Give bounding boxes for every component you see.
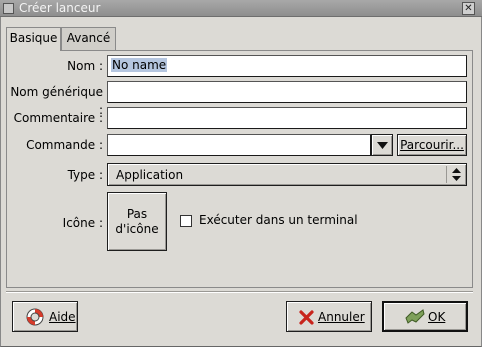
title-bar[interactable]: Créer lanceur ✕ bbox=[0, 0, 482, 17]
command-history-dropdown[interactable] bbox=[371, 134, 393, 156]
help-button[interactable]: Aide bbox=[12, 301, 78, 332]
chevron-down-icon bbox=[377, 142, 388, 149]
lifebuoy-icon bbox=[26, 308, 44, 326]
window-menu-icon[interactable] bbox=[3, 3, 14, 14]
command-label: Commande : bbox=[26, 138, 103, 152]
up-down-arrows-icon bbox=[452, 168, 461, 181]
tab-label: Basique bbox=[9, 31, 58, 45]
icon-picker-button[interactable]: Pas d'icône bbox=[107, 192, 167, 251]
terminal-label: Exécuter dans un terminal bbox=[199, 213, 358, 227]
red-x-icon bbox=[299, 310, 314, 325]
name-field[interactable]: No name bbox=[107, 55, 467, 77]
window-title: Créer lanceur bbox=[19, 1, 101, 15]
command-field[interactable] bbox=[107, 134, 371, 156]
browse-button[interactable]: Parcourir... bbox=[397, 134, 467, 156]
tab-label: Avancé bbox=[66, 31, 111, 45]
type-value: Application bbox=[116, 168, 184, 182]
comment-field[interactable] bbox=[107, 107, 467, 129]
terminal-checkbox[interactable] bbox=[180, 215, 192, 227]
tab-avance[interactable]: Avancé bbox=[61, 27, 116, 50]
icon-button-line2: d'icône bbox=[115, 222, 159, 236]
comment-label: Commentaire : bbox=[13, 111, 103, 125]
cancel-button[interactable]: Annuler bbox=[286, 301, 372, 332]
close-icon[interactable]: ✕ bbox=[462, 2, 475, 15]
cancel-label: Annuler bbox=[318, 310, 365, 324]
help-label: Aide bbox=[49, 310, 76, 324]
icon-button-line1: Pas bbox=[126, 207, 148, 221]
check-hand-icon bbox=[405, 309, 425, 324]
name-value: No name bbox=[111, 58, 168, 72]
generic-name-field[interactable] bbox=[107, 81, 467, 103]
ok-button[interactable]: OK bbox=[382, 301, 468, 332]
tab-basique[interactable]: Basique bbox=[6, 27, 61, 51]
select-divider bbox=[446, 166, 447, 183]
icon-label: Icône : bbox=[62, 216, 103, 230]
name-label: Nom : bbox=[67, 59, 103, 73]
type-label: Type : bbox=[67, 168, 103, 182]
separator bbox=[6, 291, 473, 293]
ok-label: OK bbox=[428, 310, 446, 324]
browse-label: Parcourir... bbox=[400, 138, 464, 152]
type-select[interactable]: Application bbox=[107, 163, 467, 186]
